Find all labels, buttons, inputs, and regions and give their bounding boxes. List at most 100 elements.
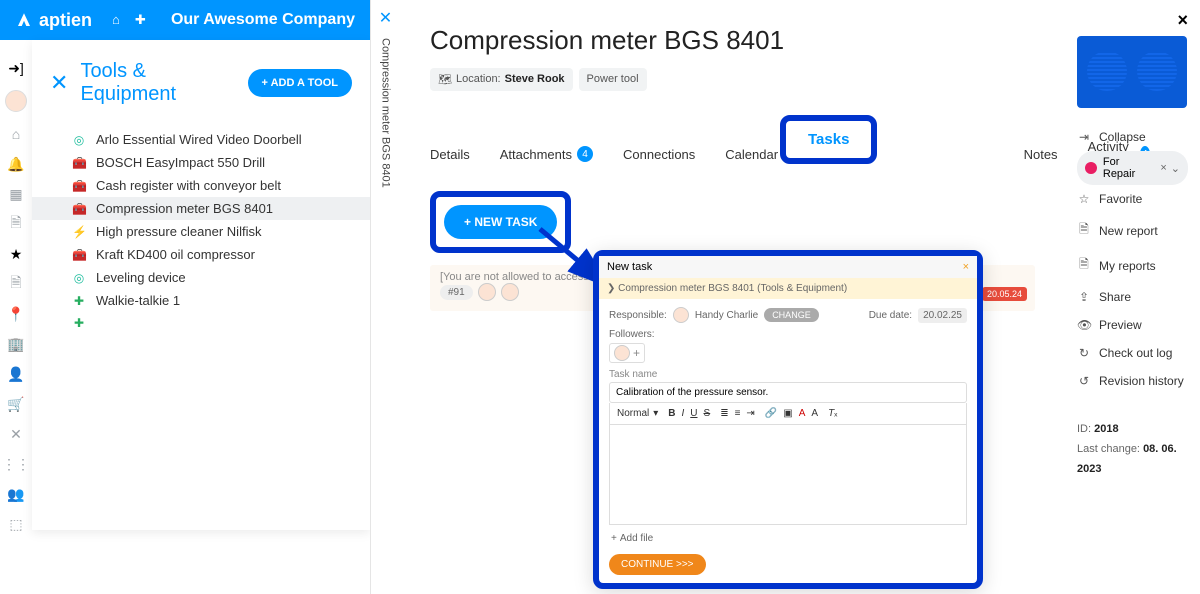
image-icon[interactable]: ▣ — [783, 408, 792, 419]
clipboard-icon[interactable]: 🗎 — [8, 216, 24, 232]
action-share[interactable]: ⇪Share — [1077, 283, 1188, 311]
responsible-label: Responsible: — [609, 310, 667, 321]
underline-icon[interactable]: U — [690, 408, 697, 419]
sidebar-item[interactable]: ⚡High pressure cleaner Nilfisk — [32, 220, 370, 243]
action-my-reports[interactable]: 🗎My reports — [1077, 248, 1188, 283]
person-icon[interactable]: 👤 — [8, 366, 24, 382]
tab-attachments[interactable]: Attachments4 — [500, 138, 593, 170]
tag-type[interactable]: Power tool — [579, 68, 647, 91]
history-icon: ↺ — [1077, 374, 1091, 388]
brand-text: aptien — [39, 10, 92, 31]
list-icon[interactable]: ≣ — [720, 408, 728, 419]
italic-icon[interactable]: I — [682, 408, 685, 419]
item-icon: 🧰 — [72, 179, 86, 193]
numlist-icon[interactable]: ≡ — [735, 408, 741, 419]
logo[interactable]: aptien — [15, 10, 92, 31]
tab-details[interactable]: Details — [430, 139, 470, 170]
clear-icon[interactable]: Tₓ — [828, 408, 837, 419]
item-label: Cash register with conveyor belt — [96, 178, 281, 193]
task-avatar-1 — [478, 283, 496, 301]
action-checkout[interactable]: ↻Check out log — [1077, 339, 1188, 367]
item-thumbnail[interactable] — [1077, 36, 1187, 108]
add-file-button[interactable]: + Add file — [609, 525, 655, 552]
pin-icon[interactable]: 📍 — [8, 306, 24, 322]
sidebar-item[interactable]: ◎Leveling device — [32, 266, 370, 289]
modal-close-icon[interactable]: × — [963, 261, 969, 273]
add-icon[interactable]: ✚ — [135, 12, 146, 28]
sidebar-item[interactable]: 🧰Kraft KD400 oil compressor — [32, 243, 370, 266]
action-revision[interactable]: ↺Revision history — [1077, 367, 1188, 395]
home-icon[interactable]: ⌂ — [112, 12, 120, 28]
action-favorite[interactable]: ☆Favorite — [1077, 185, 1188, 213]
add-tool-button[interactable]: + ADD A TOOL — [248, 69, 353, 97]
action-new-report[interactable]: 🗎New report — [1077, 213, 1188, 248]
modal-title: New task — [607, 261, 652, 273]
follower-avatar — [614, 345, 630, 361]
bold-icon[interactable]: B — [668, 408, 675, 419]
row-responsible: Responsible: Handy Charlie CHANGE Due da… — [609, 307, 967, 323]
item-label: High pressure cleaner Nilfisk — [96, 224, 261, 239]
log-icon: ↻ — [1077, 346, 1091, 360]
meta-info: ID: 2018 Last change: 08. 06. 2023 — [1077, 420, 1188, 479]
continue-button[interactable]: CONTINUE >>> — [609, 554, 706, 575]
bell-icon[interactable]: 🔔 — [8, 156, 24, 172]
tools-icon[interactable]: ✕ — [8, 426, 24, 442]
new-task-button[interactable]: + NEW TASK — [444, 205, 557, 239]
sidebar-item[interactable]: ◎Arlo Essential Wired Video Doorbell — [32, 128, 370, 151]
tag-location[interactable]: 🗺Location:Steve Rook — [430, 68, 573, 91]
tab-tasks[interactable]: Tasks — [808, 131, 849, 148]
editor-body[interactable] — [609, 425, 967, 525]
strike-icon[interactable]: S — [704, 408, 711, 419]
login-icon[interactable]: ➜] — [8, 60, 24, 76]
star-icon: ☆ — [1077, 192, 1091, 206]
item-icon: ✚ — [72, 294, 86, 308]
tab-connections[interactable]: Connections — [623, 139, 695, 170]
add-follower-icon[interactable]: + — [633, 346, 640, 360]
action-preview[interactable]: 👁Preview — [1077, 311, 1188, 339]
modal-breadcrumb: ❯ Compression meter BGS 8401 (Tools & Eq… — [599, 278, 977, 299]
format-select[interactable]: Normal ▾ — [617, 408, 658, 419]
close-panel-icon[interactable]: × — [1077, 10, 1188, 31]
sidebar-header: ✕ Tools & Equipment + ADD A TOOL — [32, 40, 370, 124]
sidebar-item[interactable]: 🧰Compression meter BGS 8401 — [32, 197, 370, 220]
due-value[interactable]: 20.02.25 — [918, 308, 967, 323]
item-label: Arlo Essential Wired Video Doorbell — [96, 132, 302, 147]
responsible-name: Handy Charlie — [695, 310, 758, 321]
doc-icon[interactable]: 🗎 — [8, 276, 24, 292]
status-chevron-icon[interactable]: ⌄ — [1171, 162, 1180, 175]
bg-icon[interactable]: A — [811, 408, 818, 419]
building-icon[interactable]: 🏢 — [8, 336, 24, 352]
house-icon[interactable]: ⌂ — [8, 126, 24, 142]
gear-icon[interactable]: ✕ — [379, 8, 392, 28]
color-icon[interactable]: A — [799, 408, 806, 419]
tab-notes[interactable]: Notes — [1024, 139, 1058, 170]
item-icon: 🧰 — [72, 156, 86, 170]
share-icon: ⇪ — [1077, 290, 1091, 304]
people-icon[interactable]: 👥 — [8, 486, 24, 502]
change-button[interactable]: CHANGE — [764, 308, 819, 322]
taskname-input[interactable]: Calibration of the pressure sensor. — [609, 382, 967, 403]
star-icon[interactable]: ★ — [8, 246, 24, 262]
tabs: Details Attachments4 Connections Calenda… — [430, 131, 1035, 177]
reports-icon: 🗎 — [1077, 255, 1091, 276]
modal-header: New task × — [599, 256, 977, 278]
status-pill[interactable]: For Repair ×⌄ — [1077, 151, 1188, 185]
status-close-icon[interactable]: × — [1160, 162, 1166, 175]
org-icon[interactable]: ⬚ — [8, 516, 24, 532]
user-avatar[interactable] — [5, 90, 27, 112]
tab-calendar[interactable]: Calendar — [725, 139, 778, 170]
indent-icon[interactable]: ⇥ — [746, 408, 754, 419]
followers-box[interactable]: + — [609, 343, 645, 363]
action-collapse[interactable]: ⇥Collapse — [1077, 123, 1188, 151]
sidebar-add-item[interactable]: ✚ — [32, 312, 370, 334]
sidebar-item[interactable]: 🧰BOSCH EasyImpact 550 Drill — [32, 151, 370, 174]
link-icon[interactable]: 🔗 — [765, 408, 777, 419]
top-bar: aptien ⌂ ✚ Our Awesome Company — [0, 0, 370, 40]
grid-icon[interactable]: ⋮⋮ — [8, 456, 24, 472]
sidebar-item[interactable]: 🧰 Cash register with conveyor belt — [32, 174, 370, 197]
calendar-icon[interactable]: ▦ — [8, 186, 24, 202]
eye-icon: 👁 — [1077, 318, 1091, 332]
sidebar-item[interactable]: ✚Walkie-talkie 1 — [32, 289, 370, 312]
cart-icon[interactable]: 🛒 — [8, 396, 24, 412]
status-dot — [1085, 162, 1097, 174]
